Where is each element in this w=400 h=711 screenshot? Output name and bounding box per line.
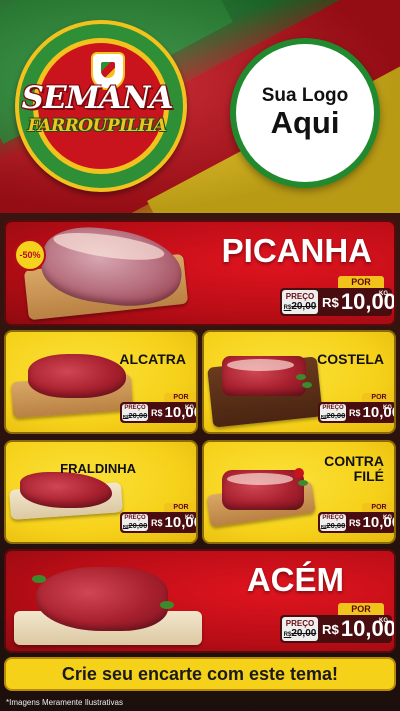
costela-image <box>222 356 306 396</box>
product-name: ALCATRA <box>119 351 186 367</box>
herb-icon <box>32 575 46 583</box>
herb-icon <box>302 382 312 388</box>
contra-file-image <box>222 470 304 510</box>
herb-icon <box>160 601 174 609</box>
event-subtitle: FARROUPILHA <box>27 116 167 136</box>
event-title: SEMANA <box>21 80 174 116</box>
product-card-picanha[interactable]: -50% PICANHA POR PREÇO R$20,00 R$ 10,00 K… <box>4 220 396 326</box>
product-name: CONTRA FILÉ <box>324 453 384 484</box>
footnote: *Imagens Meramente Ilustrativas <box>6 698 123 707</box>
product-card-contra-file[interactable]: CONTRA FILÉ POR PREÇO R$20,00 R$10,00 KG <box>202 440 396 544</box>
product-card-fraldinha[interactable]: FRALDINHA POR PREÇO R$20,00 R$10,00 KG <box>4 440 198 544</box>
product-name: COSTELA <box>317 351 384 367</box>
product-name: PICANHA <box>221 232 372 269</box>
alcatra-image <box>28 354 126 398</box>
tomato-icon <box>294 468 304 478</box>
price-label: PREÇO <box>285 292 315 301</box>
discount-badge: -50% <box>14 239 46 271</box>
product-card-acem[interactable]: ACÉM POR PREÇO R$20,00 R$ 10,00 KG <box>4 549 396 653</box>
product-name: FRALDINHA <box>60 461 136 476</box>
logo-text-line1: Sua Logo <box>261 85 349 107</box>
header-banner: SEMANA FARROUPILHA Sua Logo Aqui <box>0 0 400 213</box>
new-price: R$ 10,00 KG <box>322 289 396 314</box>
acem-image <box>36 567 168 631</box>
fraldinha-image <box>20 472 112 508</box>
old-price: R$20,00 <box>283 301 317 312</box>
logo-text-line2: Aqui <box>270 105 340 141</box>
product-name: ACÉM <box>246 561 344 598</box>
product-card-costela[interactable]: COSTELA POR PREÇO R$20,00 R$10,00 KG <box>202 330 396 434</box>
product-card-alcatra[interactable]: ALCATRA POR PREÇO R$20,00 R$10,00 KG <box>4 330 198 434</box>
herb-icon <box>298 480 308 486</box>
logo-placeholder[interactable]: Sua Logo Aqui <box>230 38 380 188</box>
herb-icon <box>296 374 306 380</box>
cta-banner[interactable]: Crie seu encarte com este tema! <box>4 657 396 691</box>
